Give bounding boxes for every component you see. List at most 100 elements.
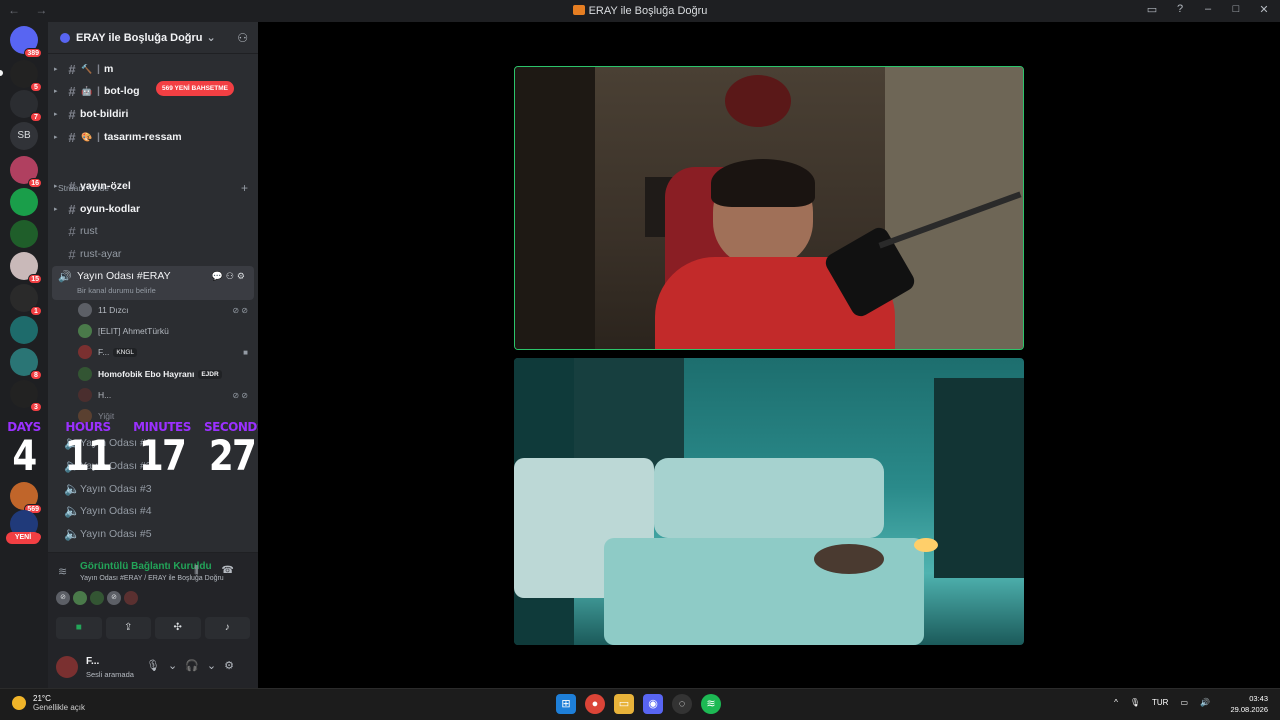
app-icon[interactable]: ◌ <box>672 694 692 714</box>
taskbar-apps: ⊞ ● ▭ ◉ ◌ ≋ <box>556 694 721 714</box>
avatar <box>78 388 92 402</box>
unread-badge: 1 <box>30 306 42 316</box>
video-tile-room[interactable] <box>514 358 1024 645</box>
voice-user[interactable]: 11 Dızcı ⊘ ⊘ <box>78 300 248 320</box>
avatar[interactable]: ⊘ <box>56 591 70 605</box>
guild-icon[interactable]: 7 <box>10 90 42 122</box>
avatar[interactable] <box>73 591 87 605</box>
channel-item[interactable]: ▸ # oyun-kodlar <box>54 199 252 219</box>
inbox-icon[interactable]: ▭ <box>1144 3 1160 16</box>
disconnect-icon[interactable]: ⫼ ☎ <box>194 565 244 576</box>
user-controls[interactable]: 🎙⌄🎧⌄⚙ <box>146 659 242 672</box>
help-icon[interactable]: ? <box>1172 3 1188 16</box>
voice-user[interactable]: F... KNGL ■ <box>78 342 248 362</box>
chrome-icon[interactable]: ● <box>585 694 605 714</box>
channel-item[interactable]: # rust-ayar <box>54 244 252 264</box>
unread-badge: 15 <box>28 274 42 284</box>
countdown-days: DAYS 4 <box>7 420 41 480</box>
channel-item[interactable]: ▸ # bot-bildiri <box>54 104 252 124</box>
avatar <box>78 303 92 317</box>
guild-icon[interactable] <box>10 316 38 344</box>
unread-dot-icon: ▸ <box>54 66 58 73</box>
start-icon[interactable]: ⊞ <box>556 694 576 714</box>
user-tag: KNGL <box>113 347 138 357</box>
avatar[interactable]: ⊘ <box>107 591 121 605</box>
clock[interactable]: 03:43 29.08.2026 <box>1230 693 1268 715</box>
user-tag: EJDR <box>198 369 222 379</box>
countdown-seconds: SECONDS 27 <box>204 420 266 480</box>
server-header[interactable]: ERAY ile Boşluğa Doğru ⌄ ⚇ <box>48 22 258 54</box>
weather-description: Genellikle açık <box>33 703 86 712</box>
voice-user[interactable]: Homofobik Ebo Hayranı EJDR <box>78 364 248 384</box>
guild-icon[interactable]: 5 <box>10 60 42 92</box>
discord-icon[interactable]: ◉ <box>643 694 663 714</box>
guild-icon[interactable]: 569 <box>10 482 42 514</box>
voice-channel-status[interactable]: Bir kanal durumu belirle <box>77 286 156 295</box>
avatar[interactable] <box>124 591 138 605</box>
video-tile-webcam[interactable] <box>514 66 1024 350</box>
channel-item[interactable]: # rust <box>54 221 252 241</box>
minimize-button[interactable]: – <box>1200 3 1216 16</box>
guild-icon[interactable]: 8 <box>10 348 42 380</box>
camera-button[interactable]: ■ <box>56 617 102 639</box>
guild-icon[interactable]: 16 <box>10 156 42 188</box>
maximize-button[interactable]: □ <box>1228 3 1244 16</box>
unread-badge: 16 <box>28 178 42 188</box>
guild-icon[interactable] <box>10 220 38 248</box>
voice-channel-item[interactable]: 🔈 Yayın Odası #4 <box>54 501 252 521</box>
camera-icon: ■ <box>243 347 248 357</box>
volume-icon[interactable]: 🔊 <box>1200 698 1210 707</box>
hash-icon: # <box>68 223 76 239</box>
muted-icon: ⊘ ⊘ <box>232 305 248 315</box>
countdown-minutes: MINUTES 17 <box>133 420 191 480</box>
unread-badge: 389 <box>24 48 42 58</box>
close-button[interactable]: ✕ <box>1256 3 1272 16</box>
channel-item[interactable]: ▸ # yayın-özel <box>54 176 252 196</box>
guild-icon[interactable] <box>10 188 38 216</box>
weather-widget[interactable]: 21°C Genellikle açık <box>12 694 85 712</box>
voice-channel-name: Yayın Odası #ERAY <box>77 270 171 282</box>
guild-icon[interactable]: 1 <box>10 284 42 316</box>
file-explorer-icon[interactable]: ▭ <box>614 694 634 714</box>
signal-icon[interactable]: ≋ <box>58 565 67 578</box>
active-voice-channel[interactable]: 🔊 Yayın Odası #ERAY Bir kanal durumu bel… <box>52 266 254 300</box>
screen-share-button[interactable]: ⇪ <box>105 617 151 639</box>
avatar <box>78 345 92 359</box>
guild-icon[interactable]: SB <box>10 122 38 150</box>
muted-icon: ⊘ ⊘ <box>232 390 248 400</box>
speaker-icon: 🔈 <box>64 526 81 541</box>
soundboard-button[interactable]: ♪ <box>204 617 250 639</box>
activities-button[interactable]: ✣ <box>155 617 201 639</box>
guild-icon[interactable]: 15 <box>10 252 42 284</box>
chevron-up-icon[interactable]: ^ <box>1114 698 1118 707</box>
title-bar: ← → ERAY ile Boşluğa Doğru ▭ ? – □ ✕ <box>0 0 1280 22</box>
voice-channel-actions[interactable]: 💬⚇⚙ <box>212 271 248 282</box>
app-logo-icon <box>572 5 585 15</box>
language-indicator[interactable]: TUR <box>1152 698 1168 707</box>
channel-sidebar: ERAY ile Boşluğa Doğru ⌄ ⚇ ▸ # 🔨 | m 569 YEN… <box>48 22 258 688</box>
voice-user[interactable]: H... ⊘ ⊘ <box>78 385 248 405</box>
connection-channel[interactable]: Yayın Odası #ERAY / ERAY ile Boşluğa Doğ… <box>80 575 224 582</box>
voice-actions: ■ ⇪ ✣ ♪ <box>56 617 250 639</box>
hash-icon: # <box>68 201 76 217</box>
speaker-icon: 🔊 <box>58 271 72 283</box>
hash-icon: # <box>68 246 76 262</box>
spotify-icon[interactable]: ≋ <box>701 694 721 714</box>
guild-icon[interactable]: 3 <box>10 380 42 412</box>
avatar[interactable] <box>56 656 78 678</box>
channel-item[interactable]: ▸ # 🔨 | m <box>54 59 252 79</box>
channel-item[interactable]: ▸ # 🎨 | tasarım-ressam <box>54 127 252 147</box>
hash-icon: # <box>68 61 76 77</box>
new-badge[interactable]: YENİ <box>6 532 40 544</box>
unread-badge: 5 <box>30 82 42 92</box>
voice-connection-panel: ≋ Görüntülü Bağlantı Kuruldu Yayın Odası… <box>48 552 258 650</box>
avatar <box>78 367 92 381</box>
voice-channel-item[interactable]: 🔈 Yayın Odası #5 <box>54 524 252 544</box>
network-icon[interactable]: ▭ <box>1180 698 1188 707</box>
add-member-icon[interactable]: ⚇ <box>237 31 248 45</box>
avatar[interactable] <box>90 591 104 605</box>
microphone-icon[interactable]: 🎙 <box>1130 698 1140 707</box>
home-button[interactable]: 389 <box>10 26 42 58</box>
voice-user[interactable]: [ELIT] AhmetTürkü <box>78 321 248 341</box>
channel-item[interactable]: ▸ # 🤖 | bot-log <box>54 81 252 101</box>
